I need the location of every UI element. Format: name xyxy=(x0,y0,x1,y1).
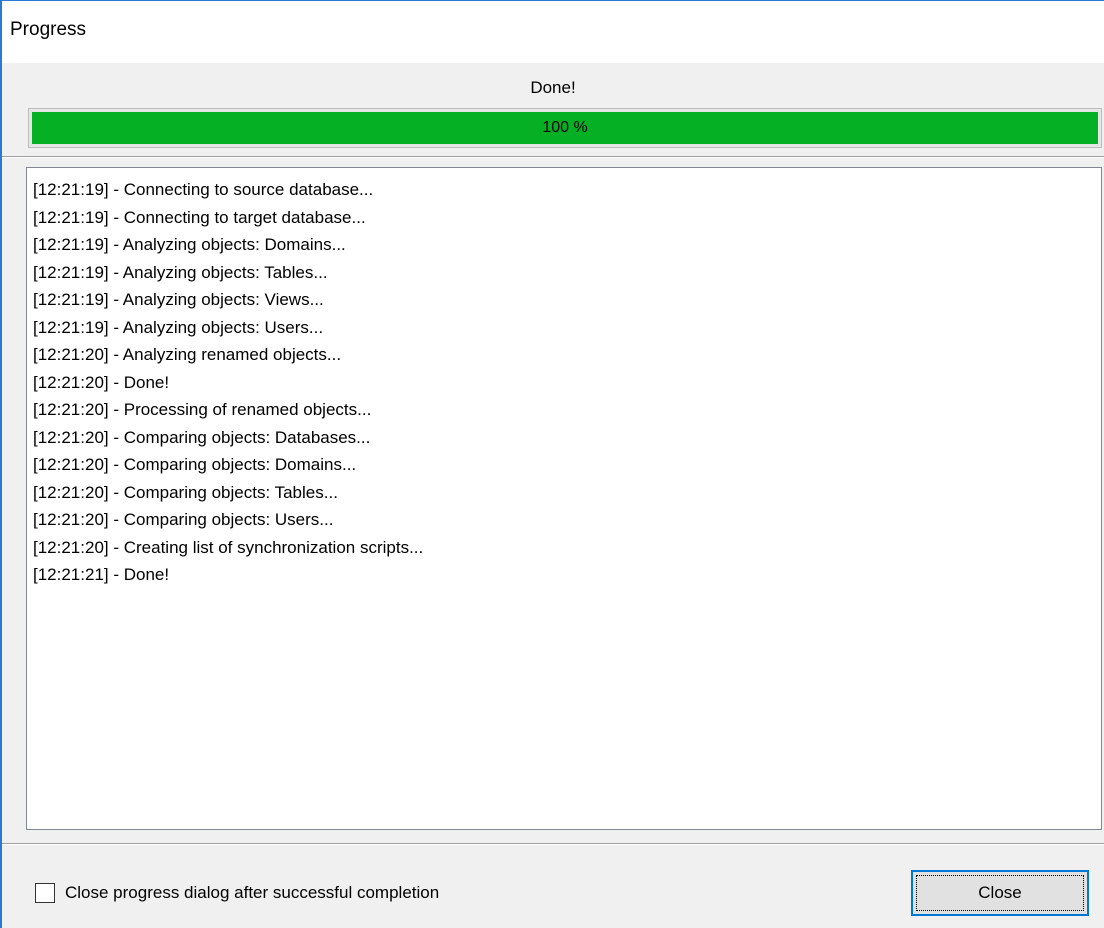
log-line: [12:21:20] - Analyzing renamed objects..… xyxy=(33,345,342,364)
log-line: [12:21:19] - Analyzing objects: Views... xyxy=(33,290,324,309)
checkbox-label[interactable]: Close progress dialog after successful c… xyxy=(65,883,439,903)
log-line: [12:21:20] - Done! xyxy=(33,372,170,392)
progress-dialog: Progress Done! 100 % [12:21:19] - Connec… xyxy=(0,0,1104,928)
divider-highlight xyxy=(2,157,1104,158)
log-line: [12:21:19] - Analyzing objects: Domains.… xyxy=(33,235,346,254)
divider-highlight xyxy=(2,844,1104,845)
progress-bar: 100 % xyxy=(28,108,1102,148)
progress-percent-text: 100 % xyxy=(542,119,588,136)
log-line: [12:21:21] - Done! xyxy=(33,565,170,584)
log-line: [12:21:20] - Comparing objects: Database… xyxy=(33,427,371,447)
title-bar[interactable]: Progress xyxy=(2,1,1104,63)
log-line: [12:21:20] - Comparing objects: Users... xyxy=(33,510,334,529)
log-line: [12:21:19] - Connecting to target databa… xyxy=(33,207,366,227)
log-line: [12:21:20] - Creating list of synchroniz… xyxy=(33,537,424,557)
log-line: [12:21:20] - Comparing objects: Tables..… xyxy=(33,482,338,502)
log-line: [12:21:19] - Analyzing objects: Tables..… xyxy=(33,262,328,282)
window-title: Progress xyxy=(10,19,87,40)
log-line: [12:21:19] - Connecting to source databa… xyxy=(33,180,374,199)
close-after-completion-option[interactable]: Close progress dialog after successful c… xyxy=(35,880,439,906)
log-line: [12:21:20] - Processing of renamed objec… xyxy=(33,400,372,419)
log-line: [12:21:19] - Analyzing objects: Users... xyxy=(33,317,324,337)
close-after-completion-checkbox[interactable] xyxy=(35,883,55,903)
status-label: Done! xyxy=(530,78,576,97)
focus-ring xyxy=(916,875,1084,911)
log-line: [12:21:20] - Comparing objects: Domains.… xyxy=(33,455,357,474)
log-list[interactable]: [12:21:19] - Connecting to source databa… xyxy=(26,167,1102,830)
close-button[interactable]: Close xyxy=(911,870,1089,916)
